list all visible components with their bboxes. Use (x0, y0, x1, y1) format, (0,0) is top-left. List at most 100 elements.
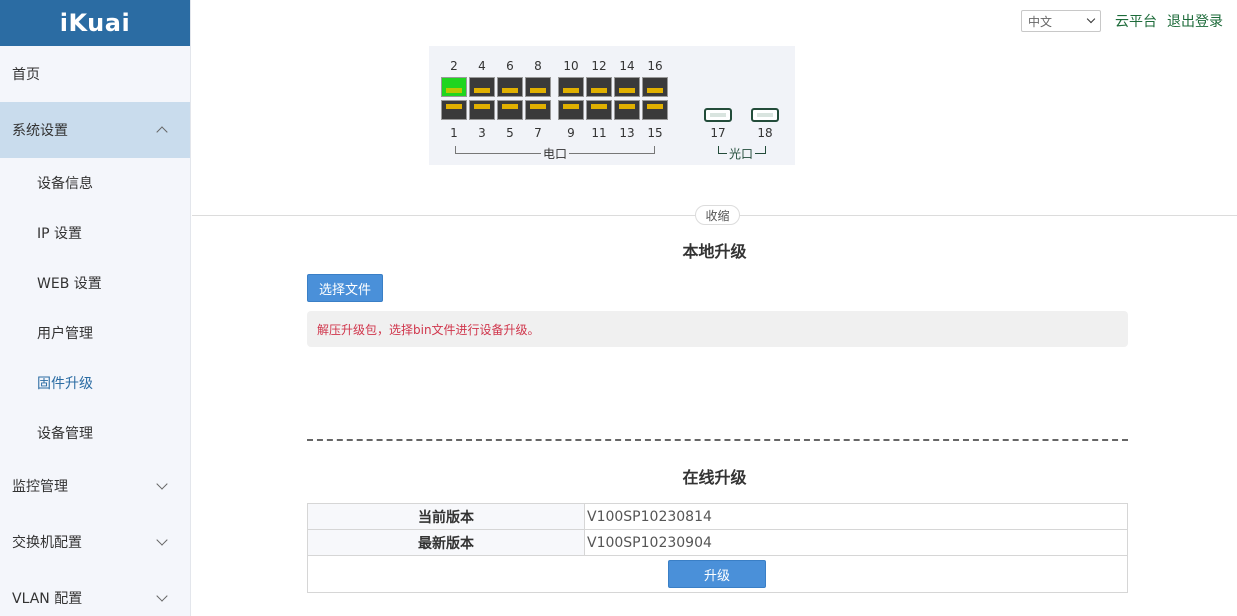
port-number: 11 (591, 126, 607, 140)
port-pins (591, 88, 607, 93)
top-bar: 中文 云平台 退出登录 (1021, 0, 1237, 42)
port-pins (446, 88, 462, 93)
chevron-down-icon (156, 534, 168, 546)
sidebar-item-label: 监控管理 (12, 479, 68, 495)
port-number: 4 (478, 59, 486, 73)
sidebar-item-label: 首页 (12, 67, 40, 83)
upgrade-hint: 解压升级包，选择bin文件进行设备升级。 (307, 311, 1128, 347)
collapse-toggle[interactable]: 收缩 (695, 205, 740, 225)
ethernet-port[interactable] (558, 77, 584, 97)
port-pins (502, 104, 518, 109)
port-number: 8 (534, 59, 542, 73)
sfp-port[interactable] (704, 108, 732, 122)
sidebar-item-firmware-upgrade[interactable]: 固件升级 (0, 358, 190, 408)
port-pins (647, 104, 663, 109)
chevron-down-icon (156, 478, 168, 490)
port-number: 13 (619, 126, 635, 140)
upgrade-button[interactable]: 升级 (668, 560, 766, 588)
sidebar-item-label: 设备管理 (37, 426, 93, 442)
sidebar-menu: 首页 系统设置 设备信息 IP 设置 WEB 设置 用户管理 固件升级 设备管理… (0, 46, 190, 616)
switch-port-panel: 2 4 6 8 10 12 14 16 1 3 5 7 9 11 13 15 17 18 电口 光口 (429, 46, 795, 165)
latest-version-label: 最新版本 (307, 529, 585, 556)
port-pins (530, 88, 546, 93)
sidebar-item-label: 固件升级 (37, 376, 93, 392)
table-row: 最新版本 V100SP10230904 (307, 529, 1128, 556)
local-upgrade-title: 本地升级 (682, 242, 747, 261)
online-upgrade-title: 在线升级 (682, 468, 747, 487)
sidebar-item-system-settings[interactable]: 系统设置 (0, 102, 190, 158)
ethernet-port[interactable] (586, 77, 612, 97)
sidebar-item-label: 系统设置 (12, 123, 68, 139)
port-number: 14 (619, 59, 635, 73)
ethernet-port[interactable] (614, 100, 640, 120)
port-pins (474, 104, 490, 109)
port-number: 1 (450, 126, 458, 140)
port-pins (502, 88, 518, 93)
current-version-value: V100SP10230814 (584, 503, 1128, 530)
ethernet-port[interactable] (525, 77, 551, 97)
chevron-down-icon (156, 590, 168, 602)
sidebar: iKuai 首页 系统设置 设备信息 IP 设置 WEB 设置 用户管理 固件升… (0, 0, 191, 616)
ethernet-port[interactable] (441, 100, 467, 120)
current-version-label: 当前版本 (307, 503, 585, 530)
ethernet-port[interactable] (469, 100, 495, 120)
ikuai-logo: iKuai (0, 0, 190, 46)
port-pins (619, 88, 635, 93)
ethernet-port[interactable] (525, 100, 551, 120)
section-separator (307, 439, 1128, 441)
port-pins (591, 104, 607, 109)
port-pins (530, 104, 546, 109)
port-pins (474, 88, 490, 93)
sidebar-item-web-settings[interactable]: WEB 设置 (0, 258, 190, 308)
port-number: 15 (647, 126, 663, 140)
port-number: 2 (450, 59, 458, 73)
port-number: 10 (563, 59, 579, 73)
choose-file-button[interactable]: 选择文件 (307, 274, 383, 302)
language-select[interactable]: 中文 (1021, 10, 1101, 32)
ethernet-port[interactable] (642, 77, 668, 97)
sidebar-item-label: IP 设置 (37, 226, 83, 242)
port-pins (563, 88, 579, 93)
chevron-up-icon (156, 126, 168, 138)
sidebar-item-switch-config[interactable]: 交换机配置 (0, 514, 190, 570)
port-pins (647, 88, 663, 93)
sidebar-item-label: 交换机配置 (12, 535, 82, 551)
logout-link[interactable]: 退出登录 (1167, 11, 1223, 31)
port-number: 7 (534, 126, 542, 140)
electric-port-label: 电口 (541, 145, 570, 162)
sidebar-item-ip-settings[interactable]: IP 设置 (0, 208, 190, 258)
sidebar-item-label: 用户管理 (37, 326, 93, 342)
ethernet-port[interactable] (614, 77, 640, 97)
sidebar-item-vlan-config[interactable]: VLAN 配置 (0, 570, 190, 616)
ethernet-port[interactable] (497, 77, 523, 97)
ethernet-port[interactable] (441, 77, 467, 97)
chevron-down-icon (1086, 14, 1096, 24)
sidebar-item-device-info[interactable]: 设备信息 (0, 158, 190, 208)
optical-port-label: 光口 (727, 145, 756, 162)
sidebar-item-label: 设备信息 (37, 176, 93, 192)
sidebar-item-home[interactable]: 首页 (0, 46, 190, 102)
sidebar-item-label: WEB 设置 (37, 276, 102, 292)
ethernet-port[interactable] (558, 100, 584, 120)
ethernet-port[interactable] (497, 100, 523, 120)
ethernet-port[interactable] (586, 100, 612, 120)
sidebar-item-user-management[interactable]: 用户管理 (0, 308, 190, 358)
sidebar-item-device-management[interactable]: 设备管理 (0, 408, 190, 458)
port-number: 16 (647, 59, 663, 73)
latest-version-value: V100SP10230904 (584, 529, 1128, 556)
cloud-platform-link[interactable]: 云平台 (1115, 11, 1157, 31)
port-number: 9 (567, 126, 575, 140)
ethernet-port[interactable] (469, 77, 495, 97)
port-number: 12 (591, 59, 607, 73)
sidebar-item-monitoring[interactable]: 监控管理 (0, 458, 190, 514)
port-number: 5 (506, 126, 514, 140)
port-pins (446, 104, 462, 109)
port-number: 3 (478, 126, 486, 140)
table-row: 当前版本 V100SP10230814 (307, 503, 1128, 530)
language-select-value: 中文 (1028, 14, 1053, 29)
ethernet-port[interactable] (642, 100, 668, 120)
port-number: 6 (506, 59, 514, 73)
sfp-port[interactable] (751, 108, 779, 122)
sidebar-item-label: VLAN 配置 (12, 591, 83, 607)
port-number: 17 (710, 126, 726, 140)
